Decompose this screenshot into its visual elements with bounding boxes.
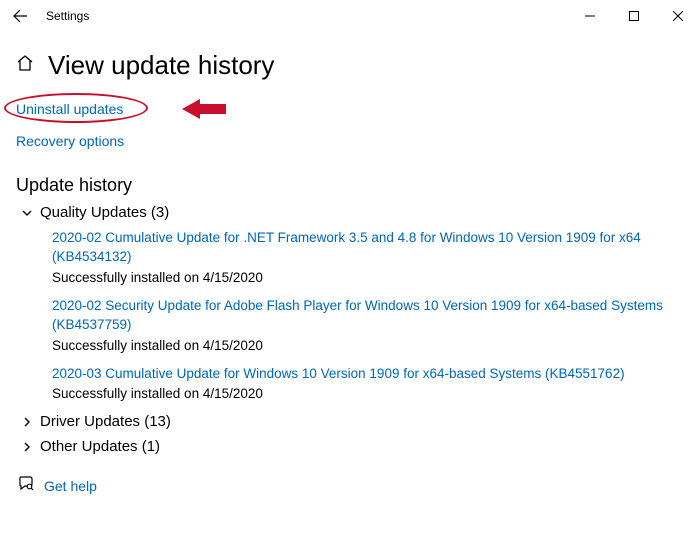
update-item: 2020-02 Cumulative Update for .NET Frame… [52,229,684,285]
titlebar: Settings [0,0,700,32]
update-item: 2020-02 Security Update for Adobe Flash … [52,297,684,353]
close-icon [673,11,683,21]
chevron-right-icon [20,415,34,429]
update-history-heading: Update history [16,175,684,196]
category-quality-updates: Quality Updates (3) 2020-02 Cumulative U… [16,204,684,401]
category-label: Driver Updates (13) [40,413,171,430]
update-link[interactable]: 2020-03 Cumulative Update for Windows 10… [52,365,684,384]
category-label: Other Updates (1) [40,438,160,455]
get-help-link[interactable]: Get help [44,478,97,494]
home-icon[interactable] [16,54,34,77]
arrow-left-icon [12,8,28,24]
window-controls [568,0,700,32]
get-help-row: Get help [18,475,684,496]
maximize-icon [629,11,639,21]
update-status: Successfully installed on 4/15/2020 [52,270,684,285]
update-status: Successfully installed on 4/15/2020 [52,386,684,401]
chevron-down-icon [20,206,34,220]
category-label: Quality Updates (3) [40,204,169,221]
maximize-button[interactable] [612,0,656,32]
category-toggle-quality[interactable]: Quality Updates (3) [20,204,684,221]
category-toggle-driver[interactable]: Driver Updates (13) [20,413,684,430]
page-header: View update history [16,50,684,81]
window-title: Settings [46,9,568,23]
update-item: 2020-03 Cumulative Update for Windows 10… [52,365,684,402]
minimize-icon [585,11,595,21]
back-button[interactable] [8,8,32,24]
category-toggle-other[interactable]: Other Updates (1) [20,438,684,455]
close-button[interactable] [656,0,700,32]
chevron-right-icon [20,440,34,454]
help-icon [18,475,34,496]
content-area: View update history Uninstall updates Re… [0,32,700,496]
update-link[interactable]: 2020-02 Security Update for Adobe Flash … [52,297,684,335]
update-status: Successfully installed on 4/15/2020 [52,338,684,353]
recovery-options-link[interactable]: Recovery options [16,133,124,149]
page-title: View update history [48,50,274,81]
minimize-button[interactable] [568,0,612,32]
update-link[interactable]: 2020-02 Cumulative Update for .NET Frame… [52,229,684,267]
uninstall-updates-link[interactable]: Uninstall updates [16,101,123,117]
